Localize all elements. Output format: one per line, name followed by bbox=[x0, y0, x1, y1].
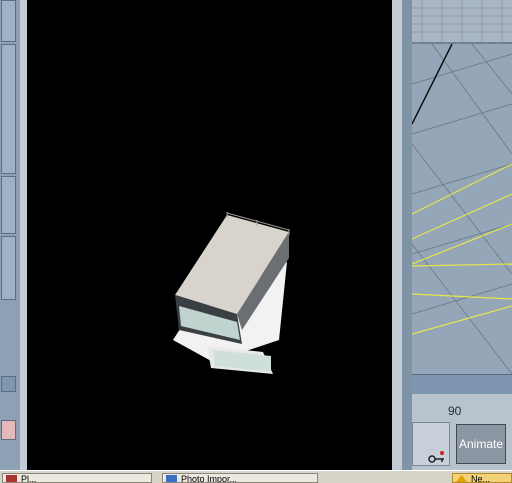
key-icon[interactable] bbox=[428, 450, 446, 464]
frame-ruler[interactable]: 90 bbox=[412, 394, 512, 420]
taskbar: Pl... Photo Impor... Ne... bbox=[0, 470, 512, 483]
photo-icon bbox=[166, 475, 177, 482]
viewport-header-strip bbox=[412, 0, 512, 44]
frame-number: 90 bbox=[448, 404, 462, 418]
right-viewport-panel: 90 Animate bbox=[412, 0, 512, 470]
left-panel-edge bbox=[0, 0, 21, 482]
render-viewport[interactable] bbox=[20, 0, 402, 470]
grid-canvas bbox=[412, 44, 512, 374]
animation-controls: Animate bbox=[412, 420, 512, 470]
left-swatch bbox=[1, 420, 16, 440]
left-panel-segment bbox=[1, 44, 16, 174]
perspective-viewport[interactable] bbox=[412, 44, 512, 374]
building-render bbox=[173, 212, 290, 374]
left-panel-segment bbox=[1, 176, 16, 234]
timeline-bar[interactable] bbox=[412, 374, 512, 395]
left-panel-segment bbox=[1, 0, 16, 42]
animate-button[interactable]: Animate bbox=[456, 424, 506, 464]
left-timeline-edge bbox=[1, 376, 16, 392]
left-panel-segment bbox=[1, 236, 16, 300]
warning-icon bbox=[456, 475, 467, 482]
app-icon bbox=[6, 475, 17, 482]
